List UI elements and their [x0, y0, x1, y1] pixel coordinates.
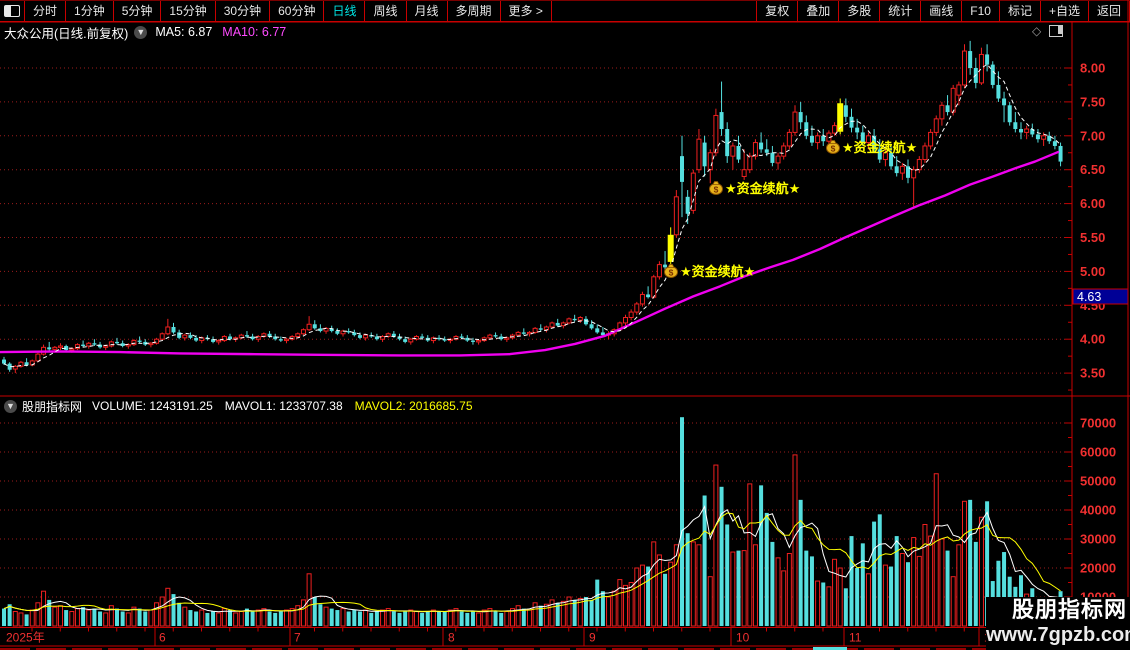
watermark-url: www.7gpzb.com: [986, 624, 1130, 646]
x-axis: 2025年678910111: [6, 627, 1050, 646]
candles-layer: [2, 40, 1063, 374]
fund-marker: $ ★资金续航★: [664, 264, 755, 279]
indicator-brand: 股朋指标网: [22, 399, 83, 414]
volume-axis-label: 40000: [1080, 503, 1116, 518]
price-axis-label: 6.00: [1080, 196, 1105, 211]
month-label: 11: [849, 631, 862, 645]
month-label: 10: [736, 631, 750, 645]
price-axis: 8.007.507.006.506.005.505.004.504.003.50: [1065, 61, 1105, 391]
volume-bars-layer: [2, 417, 1063, 627]
price-axis-label: 7.00: [1080, 128, 1105, 143]
month-label: 8: [448, 631, 455, 645]
svg-text:$: $: [669, 268, 674, 278]
price-axis-label: 7.50: [1080, 94, 1105, 109]
svg-text:$: $: [831, 144, 836, 154]
volume-axis: 70000600005000040000300002000010000: [1065, 416, 1116, 612]
price-axis-label: 5.50: [1080, 230, 1105, 245]
volume-pane-header: ▼ 股朋指标网 VOLUME: 1243191.25 MAVOL1: 12337…: [4, 399, 485, 414]
month-label: 2025年: [6, 631, 45, 645]
mavol2-value: MAVOL2: 2016685.75: [354, 399, 473, 413]
price-axis-label: 6.50: [1080, 162, 1105, 177]
month-label: 6: [159, 631, 166, 645]
volume-axis-label: 50000: [1080, 474, 1116, 489]
watermark-brand: 股朋指标网: [1011, 597, 1127, 622]
price-axis-label: 3.50: [1080, 366, 1105, 381]
trading-terminal: 分时 1分钟 5分钟 15分钟 30分钟 60分钟 日线 周线 月线 多周期 更多 > 复权 叠加 多股…: [0, 0, 1130, 650]
fund-marker-label: ★资金续航★: [725, 181, 800, 196]
chart-canvas[interactable]: $ ★资金续航★ $ ★资金续航★ $ ★资金续航★ 8.00 7.50 7.00 6.50 6.0…: [0, 0, 1130, 650]
mavol1-value: MAVOL1: 1233707.38: [224, 399, 343, 413]
fund-marker: $ ★资金续航★: [826, 140, 917, 155]
svg-text:$: $: [714, 185, 719, 195]
ma10-line: [0, 150, 1060, 357]
volume-axis-label: 70000: [1080, 416, 1116, 431]
volume-axis-label: 30000: [1080, 532, 1116, 547]
volume-axis-label: 20000: [1080, 561, 1116, 576]
watermark: 股朋指标网 www.7gpzb.com: [986, 597, 1130, 650]
fund-marker-label: ★资金续航★: [842, 140, 917, 155]
chevron-down-icon[interactable]: ▼: [4, 399, 17, 413]
volume-value: VOLUME: 1243191.25: [92, 399, 213, 413]
last-price-value: 4.63: [1077, 290, 1101, 304]
price-axis-label: 4.00: [1080, 332, 1105, 347]
last-price-tag: 4.63: [1072, 288, 1129, 305]
fund-marker-label: ★资金续航★: [680, 264, 755, 279]
price-axis-label: 8.00: [1080, 61, 1105, 76]
fund-marker: $ ★资金续航★: [709, 181, 800, 196]
ma5-line: [3, 63, 1061, 368]
month-label: 7: [294, 631, 301, 645]
volume-axis-label: 60000: [1080, 445, 1116, 460]
price-axis-label: 5.00: [1080, 264, 1105, 279]
month-label: 9: [589, 631, 596, 645]
